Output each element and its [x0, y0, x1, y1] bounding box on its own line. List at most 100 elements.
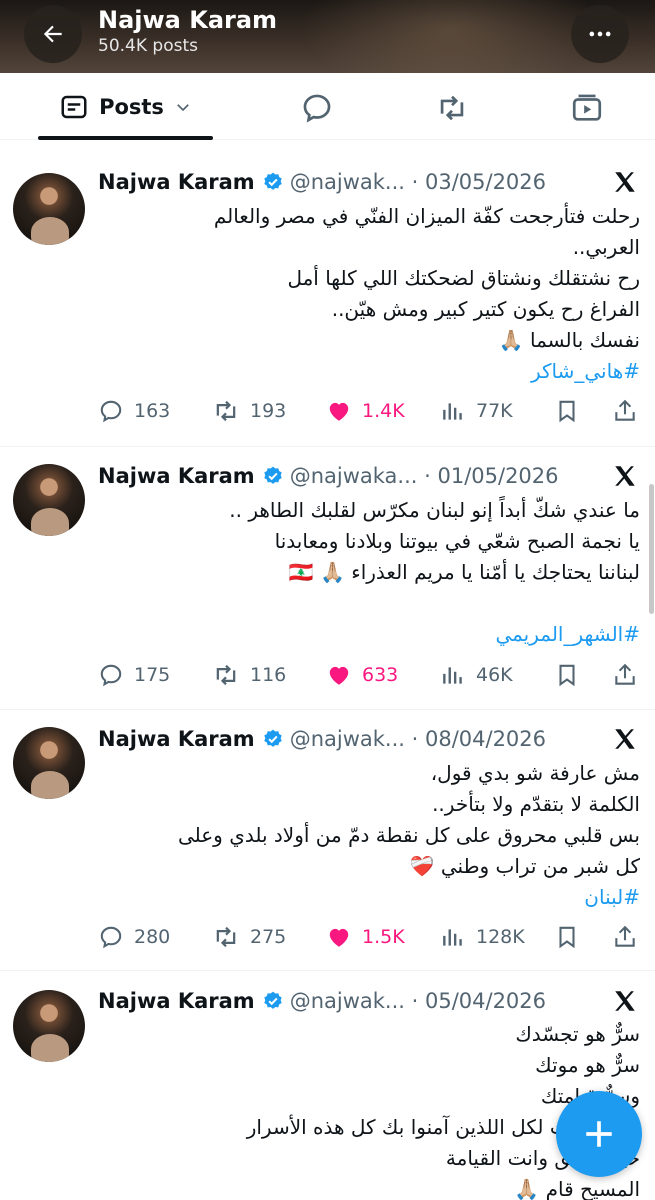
like-button[interactable]: 1.4K	[326, 396, 405, 426]
repost-button[interactable]: 275	[212, 922, 286, 952]
tweet-line: ما عندي شكّ أبداً إنو لبنان مكرّس لقلبك …	[229, 498, 640, 522]
tab-replies[interactable]	[300, 91, 334, 125]
dot-separator: ·	[404, 727, 425, 751]
repost-count: 275	[250, 926, 287, 948]
tweet-line: الكلمة لا بتقدّم ولا بتأخر..	[432, 792, 640, 816]
share-button[interactable]	[612, 660, 638, 690]
verified-icon	[262, 171, 284, 193]
reply-button[interactable]: 280	[98, 922, 170, 952]
tweet[interactable]: Najwa Karam @najwak... · 05/04/2026 سرٌّ…	[0, 971, 655, 1200]
heart-icon	[329, 928, 349, 947]
tweet-line: المسيح قام 🙏🏼	[514, 1177, 640, 1200]
header-post-count: 50.4K posts	[98, 36, 198, 56]
dot-separator: ·	[404, 989, 425, 1013]
tweet-text: سرٌّ هو تجسّدك سرٌّ هو موتك وسرٌّ قيامتك…	[98, 1019, 640, 1200]
active-tab-indicator	[38, 136, 213, 140]
scrollbar[interactable]	[649, 484, 654, 614]
tweet[interactable]: Najwa Karam @najwak... · 08/04/2026 مش ع…	[0, 710, 655, 971]
avatar[interactable]	[13, 464, 85, 536]
tweet-date[interactable]: 05/04/2026	[425, 989, 546, 1013]
hashtag-link[interactable]: #لبنان	[98, 882, 640, 913]
tweet-text: رحلت فتأرجحت كفّة الميزان الفنّي في مصر …	[98, 201, 640, 387]
tab-media[interactable]	[570, 91, 604, 125]
tweet[interactable]: Najwa Karam @najwak... · 03/05/2026 رحلت…	[0, 141, 655, 447]
dot-separator: ·	[404, 170, 425, 194]
share-icon	[615, 925, 635, 947]
avatar[interactable]	[13, 727, 85, 799]
tab-posts[interactable]: Posts	[38, 73, 213, 140]
back-button[interactable]	[24, 5, 82, 63]
bookmark-button[interactable]	[554, 396, 580, 426]
more-button[interactable]	[571, 5, 629, 63]
tweet-handle: @najwak...	[289, 989, 405, 1013]
profile-tabs: Posts	[0, 73, 655, 140]
views-button[interactable]: 128K	[440, 922, 525, 952]
heart-icon	[329, 402, 349, 421]
avatar[interactable]	[13, 173, 85, 245]
tweet-actions: 175 116 633 46K	[98, 660, 643, 690]
tweet-line: سرٌّ هو موتك	[535, 1053, 640, 1077]
bookmark-icon	[559, 926, 575, 949]
tweet-line: بس قلبي محروق على كل نقطة دمّ من أولاد ب…	[177, 823, 640, 847]
tweet-text: ما عندي شكّ أبداً إنو لبنان مكرّس لقلبك …	[98, 495, 640, 650]
reply-button[interactable]: 163	[98, 396, 170, 426]
hashtag-link[interactable]: #هاني_شاكر	[98, 356, 640, 387]
tweet-line: كل شبر من تراب وطني ❤️‍🩹	[409, 854, 640, 878]
avatar[interactable]	[13, 990, 85, 1062]
bookmark-button[interactable]	[554, 660, 580, 690]
tweet-handle: @najwak...	[289, 170, 405, 194]
hashtag-link[interactable]: #الشهر_المريمي	[98, 619, 640, 650]
plus-icon	[586, 1121, 612, 1147]
views-count: 46K	[476, 664, 513, 686]
repost-button[interactable]: 193	[212, 396, 286, 426]
share-button[interactable]	[612, 396, 638, 426]
tweet-meta: Najwa Karam @najwak... · 03/05/2026	[98, 167, 546, 197]
header-name: Najwa Karam	[98, 6, 278, 34]
tweet-author-name[interactable]: Najwa Karam	[98, 170, 255, 194]
tweet-line: الفراغ رح يكون كتير كبير ومش هيّن..	[331, 297, 640, 321]
repost-count: 193	[250, 400, 287, 422]
tweet-line: نفسك بالسما 🙏🏼	[498, 328, 640, 352]
tweet-meta: Najwa Karam @najwak... · 05/04/2026	[98, 986, 546, 1016]
views-button[interactable]: 77K	[440, 396, 513, 426]
tweet-line: لبناننا يحتاجك يا أمّنا يا مريم العذراء …	[288, 560, 640, 584]
views-icon	[443, 667, 462, 684]
tweet-date[interactable]: 01/05/2026	[437, 464, 558, 488]
x-logo-icon	[615, 172, 635, 192]
reply-button[interactable]: 175	[98, 660, 170, 690]
tweet-line: العربي..	[572, 235, 640, 259]
views-count: 128K	[476, 926, 525, 948]
tweet-date[interactable]: 03/05/2026	[425, 170, 546, 194]
like-count: 1.4K	[362, 400, 405, 422]
like-button[interactable]: 1.5K	[326, 922, 405, 952]
repost-count: 116	[250, 664, 287, 686]
tweet-date[interactable]: 08/04/2026	[425, 727, 546, 751]
share-button[interactable]	[612, 922, 638, 952]
tweet-actions: 280 275 1.5K 128K	[98, 922, 643, 952]
share-icon	[615, 663, 635, 685]
tweet-line: رح نشتقلك ونشتاق لضحكتك اللي كلها أمل	[287, 266, 640, 290]
repost-button[interactable]: 116	[212, 660, 286, 690]
tab-posts-label: Posts	[99, 94, 164, 119]
tweet-author-name[interactable]: Najwa Karam	[98, 727, 255, 751]
views-button[interactable]: 46K	[440, 660, 513, 690]
repost-icon	[216, 664, 236, 686]
chevron-down-icon	[177, 103, 189, 111]
bookmark-button[interactable]	[554, 922, 580, 952]
reposts-icon	[440, 95, 464, 121]
tweet[interactable]: Najwa Karam @najwaka... · 01/05/2026 ما …	[0, 447, 655, 710]
x-logo-icon	[615, 991, 635, 1011]
repost-icon	[216, 926, 236, 948]
header-banner-background	[300, 0, 600, 73]
tweet-author-name[interactable]: Najwa Karam	[98, 989, 255, 1013]
compose-post-button[interactable]	[556, 1091, 642, 1177]
tweet-author-name[interactable]: Najwa Karam	[98, 464, 255, 488]
tab-reposts[interactable]	[435, 91, 469, 125]
reply-count: 163	[134, 400, 171, 422]
reply-count: 175	[134, 664, 171, 686]
tweet-meta: Najwa Karam @najwaka... · 01/05/2026	[98, 461, 559, 491]
media-icon	[572, 94, 602, 121]
tweet-line: رحلت فتأرجحت كفّة الميزان الفنّي في مصر …	[213, 204, 640, 228]
like-button[interactable]: 633	[326, 660, 398, 690]
